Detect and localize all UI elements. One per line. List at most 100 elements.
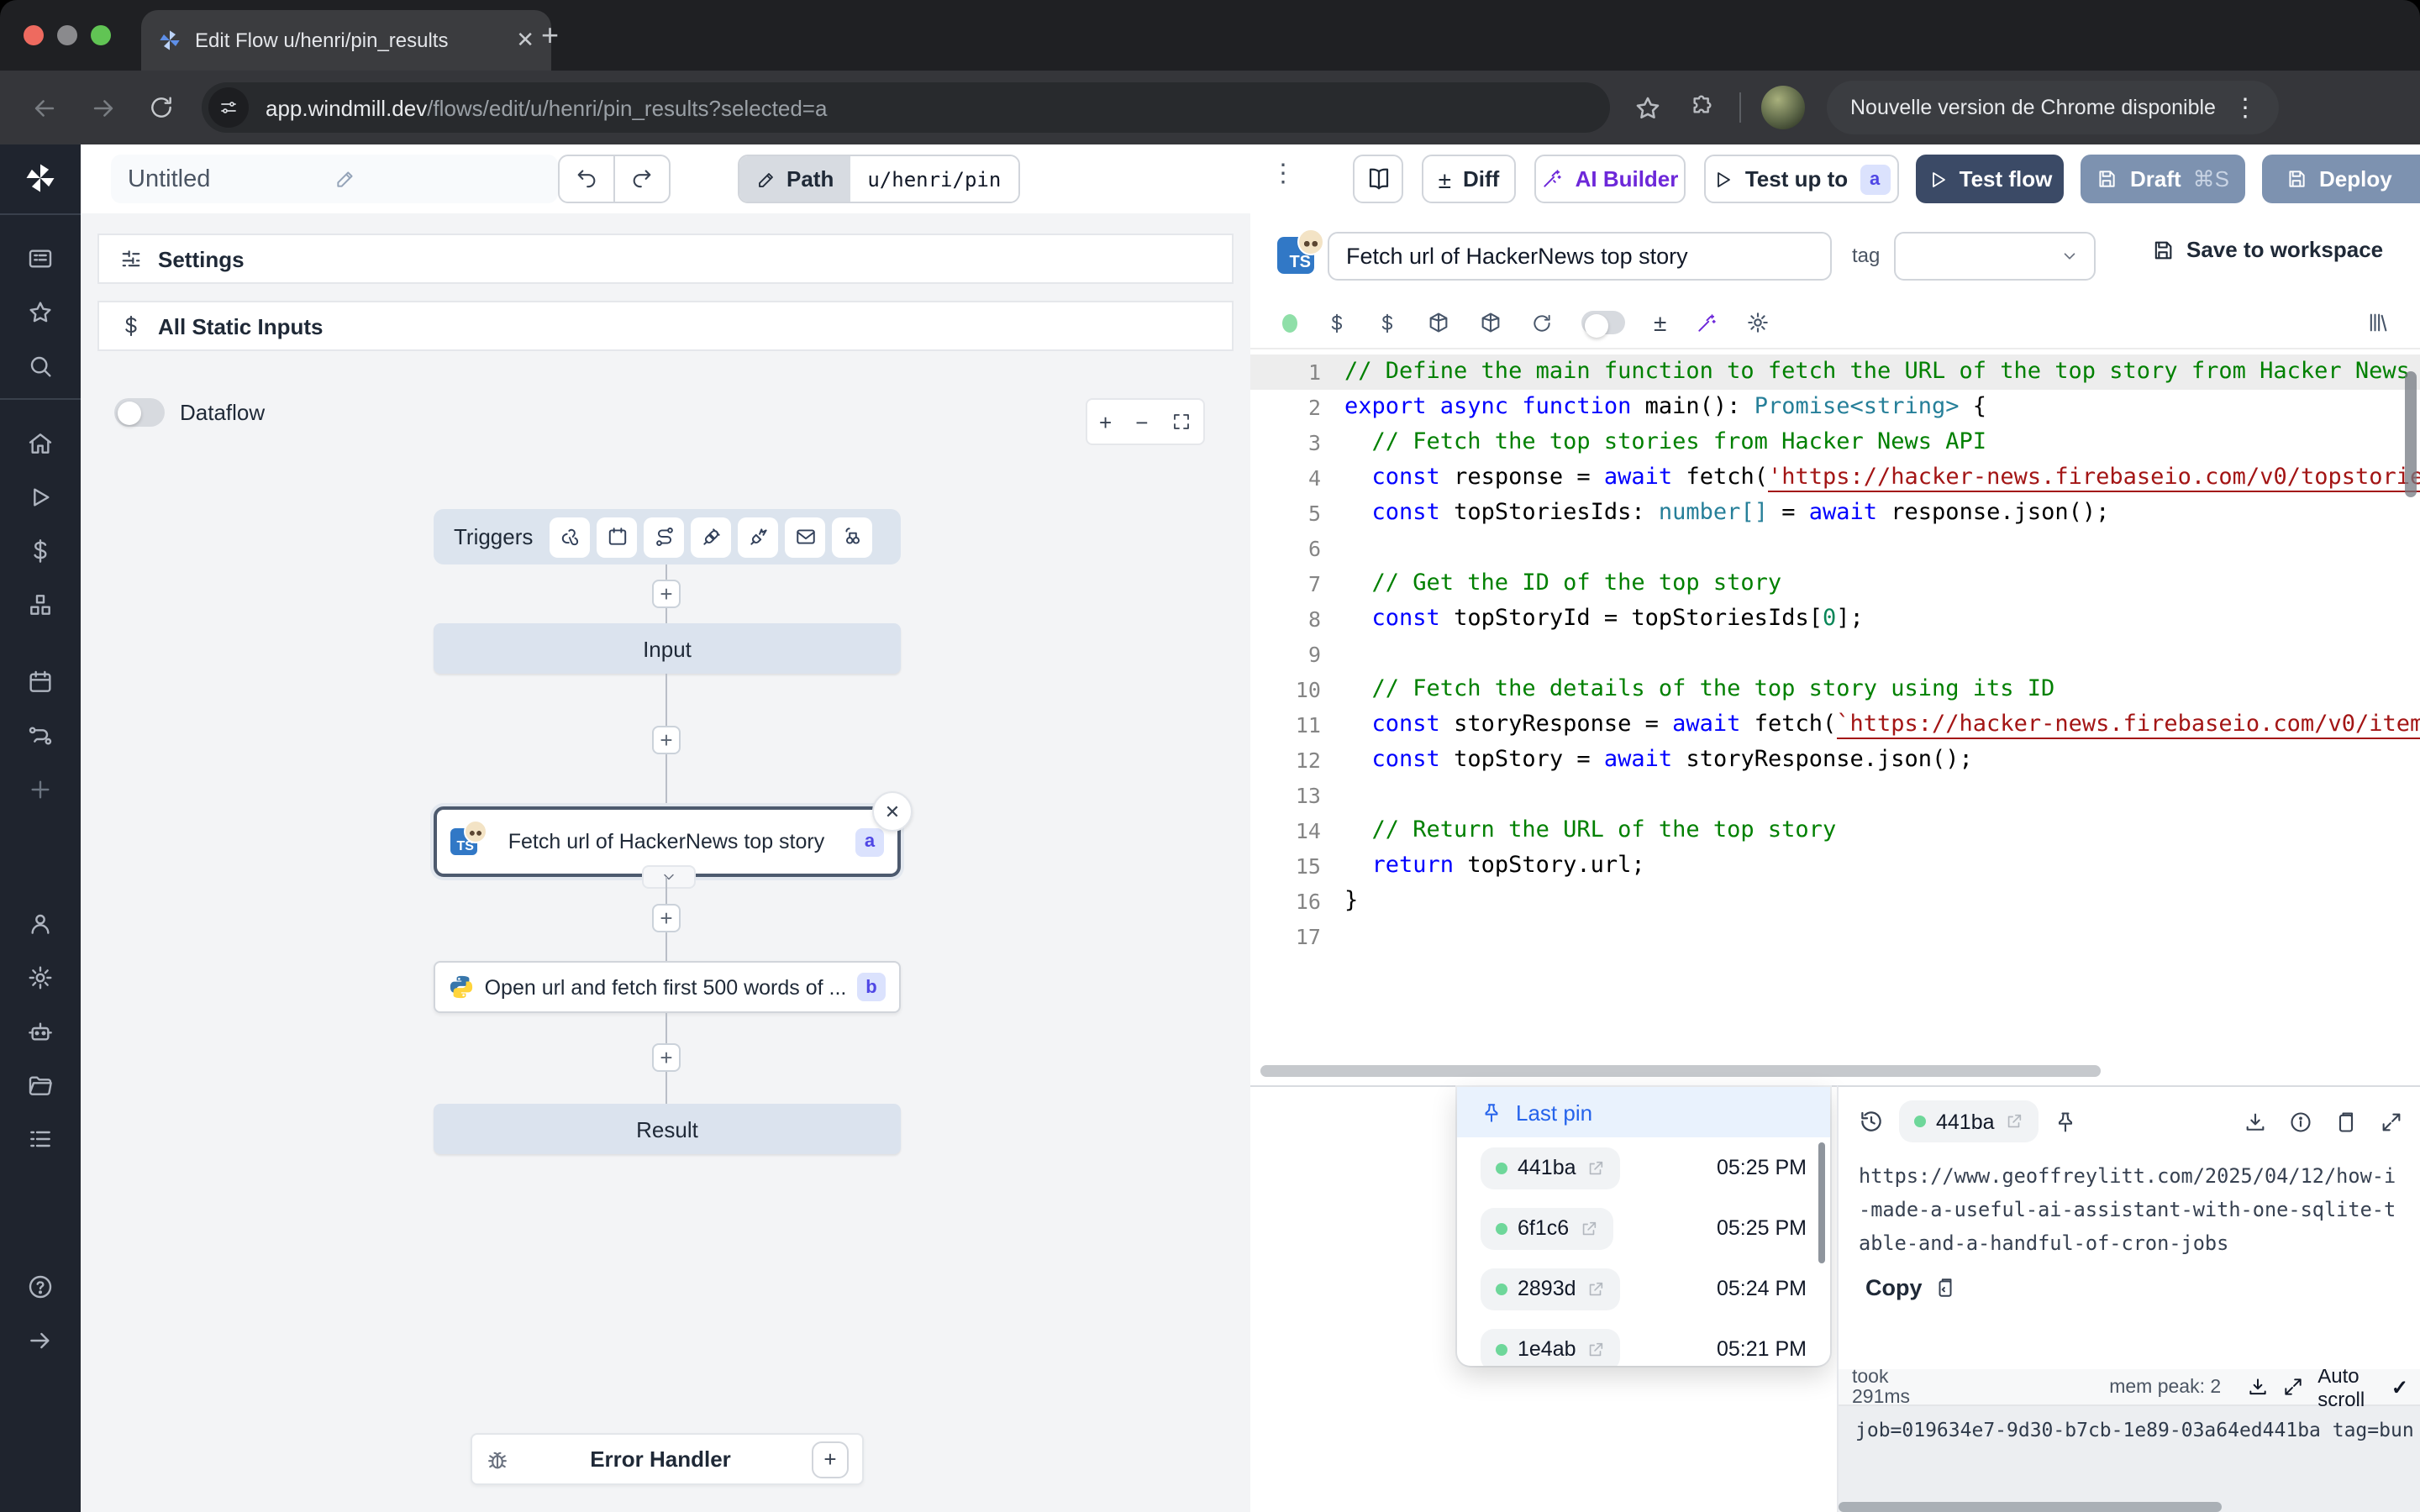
code-editor[interactable]: 1// Define the main function to fetch th…: [1250, 348, 2420, 1087]
download-result-icon[interactable]: [2244, 1110, 2267, 1133]
code-line[interactable]: 3 // Fetch the top stories from Hacker N…: [1250, 425, 2420, 460]
code-line[interactable]: 7 // Get the ID of the top story: [1250, 566, 2420, 601]
variables-icon[interactable]: [1326, 312, 1348, 333]
reload-icon[interactable]: [148, 94, 175, 121]
schedule-trigger-icon[interactable]: [597, 517, 637, 557]
last-pin-option[interactable]: Last pin: [1457, 1087, 1830, 1137]
editor-settings-gear-icon[interactable]: [1745, 311, 1769, 334]
zoom-out-button[interactable]: −: [1123, 409, 1160, 434]
sidebar-item-variables[interactable]: [27, 538, 54, 564]
copy-result-button[interactable]: Copy: [1865, 1275, 2400, 1300]
tab-close-icon[interactable]: ✕: [516, 27, 534, 54]
external-link-icon[interactable]: [1579, 1219, 1597, 1237]
editor-toggle[interactable]: [1581, 311, 1625, 334]
editor-vertical-scrollbar[interactable]: [2405, 371, 2417, 497]
http-route-trigger-icon[interactable]: [644, 517, 684, 557]
triggers-node[interactable]: Triggers: [434, 509, 901, 564]
download-logs-icon[interactable]: [2247, 1376, 2269, 1398]
editor-horizontal-scrollbar[interactable]: [1260, 1065, 2101, 1077]
new-tab-button[interactable]: +: [541, 20, 559, 50]
resources-dollar-icon[interactable]: [1376, 312, 1398, 333]
expand-icon[interactable]: [2380, 1110, 2403, 1133]
code-line[interactable]: 10 // Fetch the details of the top story…: [1250, 672, 2420, 707]
code-line[interactable]: 11 const storyResponse = await fetch(`ht…: [1250, 707, 2420, 743]
profile-avatar[interactable]: [1761, 86, 1805, 129]
sidebar-item-resources[interactable]: [27, 591, 54, 618]
chrome-menu-kebab-icon[interactable]: ⋮: [2233, 92, 2260, 123]
pin-item[interactable]: 6f1c605:25 PM: [1457, 1198, 1830, 1258]
webhook-trigger-icon[interactable]: [550, 517, 590, 557]
auto-scroll-check-icon[interactable]: ✓: [2391, 1375, 2408, 1399]
sidebar-item-favorites[interactable]: [27, 299, 54, 326]
tag-select[interactable]: [1894, 232, 2096, 281]
undo-button[interactable]: [560, 156, 615, 202]
sidebar-item-account[interactable]: [27, 911, 54, 937]
ai-wand-icon[interactable]: [1695, 312, 1717, 333]
collapse-step-chevron-icon[interactable]: [642, 865, 696, 889]
chrome-update-button[interactable]: Nouvelle version de Chrome disponible ⋮: [1827, 81, 2280, 134]
websocket-trigger-icon[interactable]: [691, 517, 731, 557]
pin-id-pill[interactable]: 2893d: [1481, 1268, 1620, 1310]
add-step-button[interactable]: +: [652, 1043, 681, 1072]
pin-item[interactable]: 1e4ab05:21 PM: [1457, 1319, 1830, 1366]
diff-button[interactable]: ± Diff: [1422, 155, 1516, 203]
sidebar-item-triggers[interactable]: [27, 722, 54, 749]
flow-settings-row[interactable]: Settings: [97, 234, 1234, 284]
redo-button[interactable]: [615, 156, 669, 202]
code-line[interactable]: 15 return topStory.url;: [1250, 848, 2420, 884]
forward-icon[interactable]: [89, 93, 118, 122]
external-link-icon[interactable]: [1586, 1279, 1605, 1298]
windmill-logo-icon[interactable]: [22, 160, 59, 197]
pin-item[interactable]: 2893d05:24 PM: [1457, 1258, 1830, 1319]
package-icon[interactable]: [1427, 311, 1450, 334]
history-icon[interactable]: [1859, 1109, 1884, 1134]
pin-icon[interactable]: [2054, 1110, 2077, 1133]
code-line[interactable]: 14 // Return the URL of the top story: [1250, 813, 2420, 848]
pin-item[interactable]: 441ba05:25 PM: [1457, 1137, 1830, 1198]
pin-id-pill[interactable]: 1e4ab: [1481, 1328, 1620, 1366]
edit-pencil-icon[interactable]: [334, 168, 541, 190]
sidebar-item-search[interactable]: [27, 353, 54, 380]
expand-logs-icon[interactable]: [2282, 1376, 2304, 1398]
all-static-inputs-row[interactable]: All Static Inputs: [97, 301, 1234, 351]
pin-id-pill[interactable]: 441ba: [1481, 1147, 1620, 1189]
draft-button[interactable]: Draft ⌘S: [2081, 155, 2245, 203]
poll-trigger-icon[interactable]: [832, 517, 872, 557]
sidebar-item-schedules[interactable]: [27, 669, 54, 696]
site-settings-icon[interactable]: [208, 87, 249, 128]
code-line[interactable]: 12 const topStory = await storyResponse.…: [1250, 743, 2420, 778]
code-line[interactable]: 5 const topStoriesIds: number[] = await …: [1250, 496, 2420, 531]
code-line[interactable]: 9: [1250, 637, 2420, 672]
add-step-button[interactable]: +: [652, 904, 681, 932]
sidebar-item-apps[interactable]: [27, 245, 54, 272]
kafka-trigger-icon[interactable]: [738, 517, 778, 557]
code-line[interactable]: 6: [1250, 531, 2420, 566]
bookmark-star-icon[interactable]: [1634, 93, 1662, 122]
code-line[interactable]: 4 const response = await fetch('https://…: [1250, 460, 2420, 496]
sidebar-item-logs[interactable]: [27, 1126, 54, 1152]
run-id-pill[interactable]: 441ba: [1899, 1100, 2039, 1142]
remove-step-button[interactable]: ✕: [872, 791, 913, 832]
maximize-window-button[interactable]: [91, 25, 111, 45]
add-error-handler-button[interactable]: +: [812, 1441, 849, 1478]
external-link-icon[interactable]: [2005, 1112, 2023, 1131]
test-flow-button[interactable]: Test flow: [1916, 155, 2064, 203]
sidebar-item-runs[interactable]: [27, 484, 54, 511]
result-url-text[interactable]: https://www.geoffreylitt.com/2025/04/12/…: [1859, 1159, 2400, 1260]
zoom-in-button[interactable]: +: [1087, 409, 1123, 434]
email-trigger-icon[interactable]: [785, 517, 825, 557]
external-link-icon[interactable]: [1586, 1340, 1605, 1358]
sidebar-item-settings[interactable]: [27, 964, 54, 991]
fit-view-icon[interactable]: [1160, 412, 1203, 432]
sidebar-item-home[interactable]: [27, 430, 54, 457]
test-up-to-button[interactable]: Test up to a: [1704, 155, 1899, 203]
reload-icon[interactable]: [1531, 312, 1553, 333]
flow-name-field[interactable]: Untitled: [111, 155, 558, 203]
info-icon[interactable]: [2289, 1110, 2312, 1133]
sidebar-item-folders[interactable]: [27, 1072, 54, 1099]
back-icon[interactable]: [30, 93, 59, 122]
add-step-button[interactable]: +: [652, 726, 681, 754]
code-line[interactable]: 1// Define the main function to fetch th…: [1250, 354, 2420, 390]
log-output-panel[interactable]: took 291ms mem peak: 2 Auto scroll ✓ job…: [1839, 1369, 2420, 1512]
step-name-input[interactable]: [1328, 232, 1832, 281]
